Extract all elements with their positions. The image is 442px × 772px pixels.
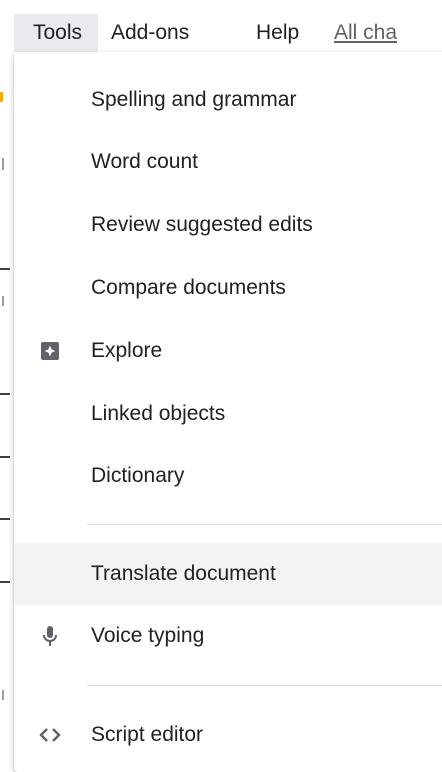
- menu-item-dictionary[interactable]: Dictionary: [14, 445, 442, 507]
- menu-item-label: Linked objects: [91, 402, 226, 425]
- menu-item-review-suggested-edits[interactable]: Review suggested edits: [14, 194, 442, 256]
- menu-item-script-editor[interactable]: Script editor: [14, 704, 442, 766]
- menu-item-label: Word count: [91, 150, 198, 173]
- document-edge-mark: [0, 456, 10, 458]
- explore-icon: [38, 339, 62, 363]
- tools-menu: Spelling and grammar Word count Review s…: [14, 52, 442, 772]
- document-edge-mark: [0, 581, 10, 583]
- menu-item-voice-typing[interactable]: Voice typing: [14, 605, 442, 667]
- menu-item-label: Explore: [91, 339, 163, 362]
- document-edge-mark: [0, 518, 10, 520]
- microphone-icon: [38, 624, 62, 648]
- menu-item-word-count[interactable]: Word count: [14, 131, 442, 193]
- menu-item-label: Dictionary: [91, 464, 185, 487]
- document-edge-mark: [2, 296, 4, 306]
- menu-item-compare-documents[interactable]: Compare documents: [14, 257, 442, 319]
- menu-item-label: Review suggested edits: [91, 213, 313, 236]
- menu-item-translate-document[interactable]: Translate document: [14, 543, 442, 605]
- menu-item-linked-objects[interactable]: Linked objects: [14, 383, 442, 445]
- menu-separator: [87, 524, 442, 525]
- menu-item-label: Voice typing: [91, 624, 205, 647]
- menubar-tools[interactable]: Tools: [14, 14, 98, 52]
- menubar-add-ons[interactable]: Add-ons: [111, 14, 189, 52]
- menu-separator: [87, 685, 442, 686]
- menu-item-label: Translate document: [91, 562, 276, 585]
- menu-item-label: Compare documents: [91, 276, 286, 299]
- menu-item-label: Script editor: [91, 723, 204, 746]
- menu-item-label: Spelling and grammar: [91, 88, 297, 111]
- document-edge-mark: [0, 393, 10, 395]
- menu-item-explore[interactable]: Explore: [14, 320, 442, 382]
- all-changes-saved-link[interactable]: All cha: [334, 14, 397, 52]
- menu-item-spelling-and-grammar[interactable]: Spelling and grammar: [14, 69, 442, 131]
- document-edge-mark: [0, 92, 3, 102]
- code-icon: [38, 723, 62, 747]
- menubar-help[interactable]: Help: [256, 14, 299, 52]
- document-edge-mark: [0, 268, 10, 270]
- document-edge-mark: [2, 690, 4, 700]
- document-edge-mark: [2, 158, 4, 170]
